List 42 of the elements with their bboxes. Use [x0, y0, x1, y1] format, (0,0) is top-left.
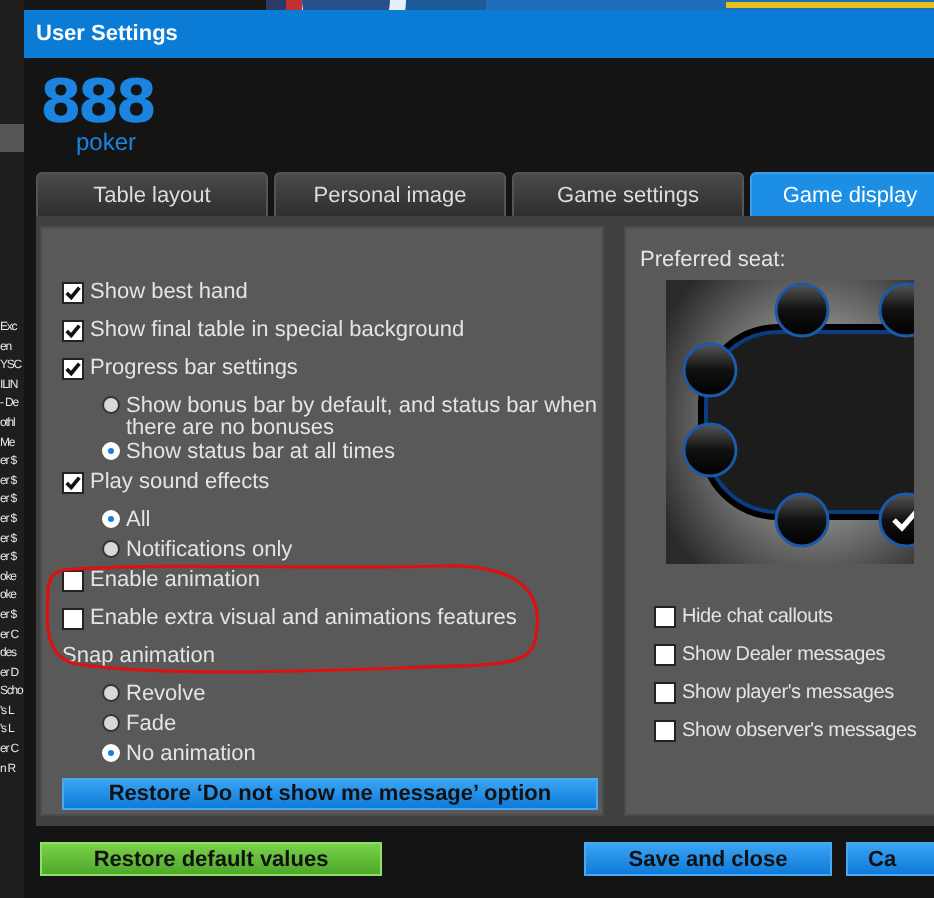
option-label: Hide chat callouts	[682, 604, 833, 628]
tab[interactable]: Personal image	[274, 172, 506, 216]
option-label: Show observer's messages	[682, 718, 917, 742]
option-label: Fade	[126, 712, 177, 736]
checkbox[interactable]	[62, 472, 84, 494]
seat-map-drawing[interactable]	[666, 280, 914, 564]
option-label: Play sound effects	[90, 470, 270, 494]
checkbox[interactable]	[62, 608, 84, 630]
radio-button[interactable]	[102, 396, 120, 414]
option-label: Notifications only	[126, 538, 293, 562]
option-label: Show status bar at all times	[126, 440, 396, 464]
checkbox[interactable]	[654, 720, 676, 742]
option-label: Show player's messages	[682, 680, 894, 704]
checkbox[interactable]	[62, 282, 84, 304]
checkbox[interactable]	[62, 358, 84, 380]
tab[interactable]: Game settings	[512, 172, 744, 216]
option-label: All	[126, 508, 151, 532]
dialog-button[interactable]: Restore default values	[40, 842, 382, 876]
option-label: Show final table in special background	[90, 318, 465, 342]
tab[interactable]: Table layout	[36, 172, 268, 216]
option-label: Revolve	[126, 682, 206, 706]
radio-button[interactable]	[102, 684, 120, 702]
dialog-button[interactable]: Ca	[846, 842, 934, 876]
radio-button[interactable]	[102, 540, 120, 558]
logo: 888 poker	[38, 66, 156, 160]
checkbox[interactable]	[654, 644, 676, 666]
option-label: Show Dealer messages	[682, 642, 886, 666]
checkbox[interactable]	[654, 682, 676, 704]
restore-messages-button[interactable]: Restore ‘Do not show me message’ option	[62, 778, 598, 810]
dialog-button[interactable]: Save and close	[584, 842, 832, 876]
checkbox[interactable]	[62, 320, 84, 342]
option-label: No animation	[126, 742, 256, 766]
section-label: Preferred seat:	[640, 248, 788, 272]
option-label: Show best hand	[90, 280, 248, 304]
radio-button[interactable]	[102, 714, 120, 732]
checkbox[interactable]	[654, 606, 676, 628]
option-label: Show bonus bar by default, and status bar when there are no bonuses	[126, 394, 599, 440]
window-title: User Settings	[36, 22, 178, 46]
option-label: Progress bar settings	[90, 356, 298, 380]
option-label: Enable extra visual and animations features	[90, 606, 517, 630]
option-label: Enable animation	[90, 568, 261, 592]
checkbox[interactable]	[62, 570, 84, 592]
